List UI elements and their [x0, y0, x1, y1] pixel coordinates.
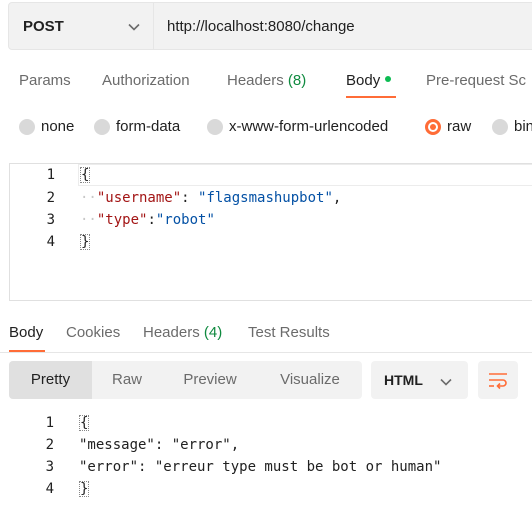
- close-brace: }: [80, 234, 91, 250]
- tab-label: Body: [346, 72, 381, 89]
- radio-label: form-data: [116, 118, 181, 135]
- chevron-down-icon: [128, 23, 140, 31]
- response-tabs: Body Cookies Headers (4) Test Results: [0, 318, 532, 353]
- line-number: 4: [45, 481, 54, 497]
- tab-cookies[interactable]: Cookies: [66, 324, 120, 341]
- active-tab-underline: [9, 350, 45, 352]
- format-preview[interactable]: Preview: [162, 361, 258, 399]
- format-visualize[interactable]: Visualize: [258, 361, 362, 399]
- tab-label: Cookies: [66, 324, 121, 341]
- radio-circle: [492, 119, 508, 135]
- radio-circle: [207, 119, 223, 135]
- active-tab-underline: [346, 96, 396, 98]
- code-line: 3 "error": "erreur type must be bot or h…: [0, 457, 532, 479]
- tab-params[interactable]: Params: [19, 72, 71, 89]
- code-line: 4 }: [0, 479, 532, 501]
- wrap-lines-button[interactable]: [478, 361, 518, 399]
- radio-circle: [19, 119, 35, 135]
- method-select[interactable]: POST: [8, 2, 154, 50]
- format-raw[interactable]: Raw: [92, 361, 162, 399]
- radio-label: x-www-form-urlencoded: [229, 118, 389, 135]
- language-select-label: HTML: [384, 372, 423, 388]
- line-number: 2: [46, 190, 55, 206]
- wrap-lines-icon: [489, 373, 507, 390]
- tab-pre-request-script[interactable]: Pre-request Sc: [426, 72, 526, 89]
- code-line: 1 {: [0, 413, 532, 435]
- radio-label: none: [41, 118, 75, 135]
- tab-headers[interactable]: Headers (8): [227, 72, 306, 89]
- tab-label: Body: [9, 324, 44, 341]
- response-line: "message": "error",: [79, 437, 240, 453]
- body-indicator-dot: [385, 76, 392, 83]
- line-number: 3: [46, 212, 55, 228]
- request-body-editor[interactable]: 1 { 2 ··"username": "flagsmashupbot", 3 …: [9, 163, 532, 301]
- line-number: 3: [45, 459, 54, 475]
- body-type-radios: none form-data x-www-form-urlencoded raw…: [0, 114, 532, 140]
- current-line-highlight: [78, 164, 532, 186]
- method-label: POST: [23, 18, 64, 35]
- tab-label: Test Results: [248, 324, 330, 341]
- response-body-viewer: 1 { 2 "message": "error", 3 "error": "er…: [0, 413, 532, 513]
- open-brace: {: [80, 167, 91, 183]
- code-line: 1 {: [10, 164, 532, 187]
- language-select[interactable]: HTML: [371, 361, 468, 399]
- tab-label: Headers: [143, 324, 200, 341]
- code-line: 3 ··"type":"robot": [10, 210, 532, 232]
- headers-count: (4): [203, 324, 223, 341]
- response-line: "error": "erreur type must be bot or hum…: [79, 459, 442, 475]
- code-line: 2 ··"username": "flagsmashupbot",: [10, 188, 532, 210]
- request-url-bar: POST http://localhost:8080/change: [8, 2, 532, 50]
- request-tabs: Params Authorization Headers (8) Body Pr…: [0, 66, 532, 98]
- line-number: 1: [46, 167, 55, 183]
- chevron-down-icon: [440, 378, 452, 386]
- close-brace: }: [79, 481, 90, 497]
- headers-count: (8): [287, 72, 307, 89]
- code-line: 4 }: [10, 232, 532, 254]
- tab-response-headers[interactable]: Headers (4): [143, 324, 222, 341]
- radio-circle-selected: [425, 119, 441, 135]
- line-number: 4: [46, 234, 55, 250]
- url-input[interactable]: http://localhost:8080/change: [154, 2, 532, 50]
- json-separator: :: [147, 212, 156, 228]
- radio-circle: [94, 119, 110, 135]
- open-brace: {: [79, 415, 90, 431]
- format-pretty[interactable]: Pretty: [9, 361, 92, 399]
- line-number: 1: [45, 415, 54, 431]
- tab-label: Params: [19, 72, 71, 89]
- line-number: 2: [45, 437, 54, 453]
- tab-test-results[interactable]: Test Results: [248, 324, 330, 341]
- tab-body[interactable]: Body: [346, 72, 392, 89]
- format-toolbar: Pretty Raw Preview Visualize: [9, 361, 362, 399]
- tab-label: Authorization: [102, 72, 190, 89]
- json-comma: ,: [332, 190, 342, 206]
- json-value: "flagsmashupbot": [198, 190, 333, 206]
- tab-authorization[interactable]: Authorization: [102, 72, 190, 89]
- json-key: "username": [96, 190, 182, 206]
- url-text: http://localhost:8080/change: [167, 18, 355, 35]
- radio-label: bin: [514, 118, 532, 135]
- code-line: 2 "message": "error",: [0, 435, 532, 457]
- radio-label: raw: [447, 118, 472, 135]
- tab-label: Pre-request Sc: [426, 72, 527, 89]
- json-separator: :: [181, 190, 199, 206]
- json-value: "robot": [155, 212, 215, 228]
- json-key: "type": [96, 212, 148, 228]
- tab-response-body[interactable]: Body: [9, 324, 43, 341]
- tab-label: Headers: [227, 72, 284, 89]
